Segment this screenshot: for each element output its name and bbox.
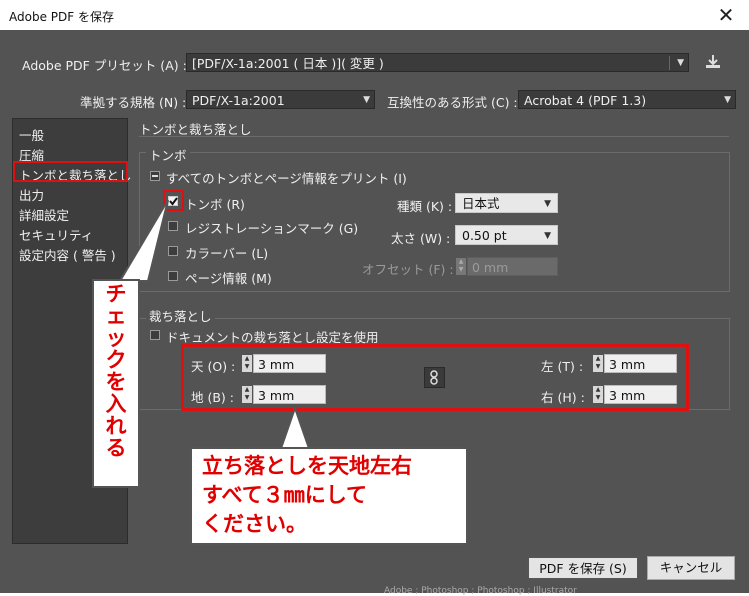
weight-label: 太さ (W) :	[391, 231, 451, 246]
compat-value: Acrobat 4 (PDF 1.3)	[524, 93, 647, 108]
preset-value: [PDF/X-1a:2001 ( 日本 )]( 変更 )	[192, 56, 384, 71]
save-preset-button[interactable]	[704, 53, 722, 71]
section-divider	[139, 136, 729, 137]
chevron-down-icon: ▼	[363, 95, 370, 105]
sidebar-item-general[interactable]: 一般	[19, 125, 44, 144]
check-note-text: チェックを入れる	[105, 282, 127, 460]
compat-select[interactable]: Acrobat 4 (PDF 1.3) ▼	[518, 90, 736, 109]
compat-label: 互換性のある形式 (C) :	[387, 95, 518, 110]
standard-value: PDF/X-1a:2001	[192, 93, 285, 108]
chevron-down-icon: ▼	[677, 58, 684, 68]
standard-select[interactable]: PDF/X-1a:2001 ▼	[186, 90, 375, 109]
preset-select[interactable]: [PDF/X-1a:2001 ( 日本 )]( 変更 ) ▼	[186, 53, 689, 72]
sidebar-highlight	[13, 161, 128, 182]
offset-spinner: ▲ ▼	[456, 258, 466, 275]
bleed-note-line-2: すべて３㎜にして	[202, 483, 368, 507]
bleed-note-line-3: ください。	[202, 512, 307, 536]
bleed-values-highlight	[181, 344, 689, 411]
type-select[interactable]: 日本式 ▼	[455, 193, 558, 213]
type-label: 種類 (K) :	[397, 199, 453, 214]
indeterminate-mark-icon	[152, 175, 158, 177]
background-window-text: Adobe ; Photoshop ; Photoshop ; Illustra…	[384, 586, 577, 596]
print-all-label: すべてのトンボとページ情報をプリント (I)	[166, 171, 407, 186]
sidebar-item-output[interactable]: 出力	[19, 185, 44, 204]
sidebar-item-security[interactable]: セキュリティ	[19, 225, 93, 244]
close-button[interactable]: ✕	[706, 2, 746, 28]
chevron-down-icon: ▼	[544, 231, 551, 241]
type-value: 日本式	[462, 196, 500, 211]
offset-input: 0 mm	[467, 257, 558, 276]
weight-select[interactable]: 0.50 pt ▼	[455, 225, 558, 245]
weight-value: 0.50 pt	[462, 228, 507, 243]
offset-label: オフセット (F) :	[362, 262, 454, 277]
save-preset-icon	[706, 55, 720, 68]
page-info-label: ページ情報 (M)	[185, 271, 272, 286]
save-pdf-button[interactable]: PDF を保存 (S)	[527, 556, 639, 580]
use-doc-bleed-checkbox[interactable]	[150, 330, 160, 340]
standard-label: 準拠する規格 (N) :	[80, 95, 187, 110]
dropdown-separator	[669, 56, 670, 70]
preset-label: Adobe PDF プリセット (A) :	[22, 58, 187, 73]
print-all-checkbox[interactable]	[150, 171, 160, 181]
trim-marks-label: トンボ (R)	[185, 197, 245, 212]
cancel-button[interactable]: キャンセル	[647, 556, 735, 580]
marks-group-title: トンボ	[146, 145, 190, 164]
window-title: Adobe PDF を保存	[9, 10, 114, 24]
registration-label: レジストレーションマーク (G)	[185, 221, 359, 236]
chevron-down-icon: ▼	[724, 95, 731, 105]
bleed-note-line-1: 立ち落としを天地左右	[202, 454, 412, 478]
title-bar: Adobe PDF を保存 ✕	[0, 0, 749, 30]
color-bars-label: カラーバー (L)	[185, 246, 269, 261]
chevron-down-icon: ▼	[544, 199, 551, 209]
bleed-group-title: 裁ち落とし	[146, 306, 215, 325]
close-icon: ✕	[717, 3, 735, 27]
sidebar-item-advanced[interactable]: 詳細設定	[19, 205, 69, 224]
callout-pointer-1	[118, 199, 169, 282]
